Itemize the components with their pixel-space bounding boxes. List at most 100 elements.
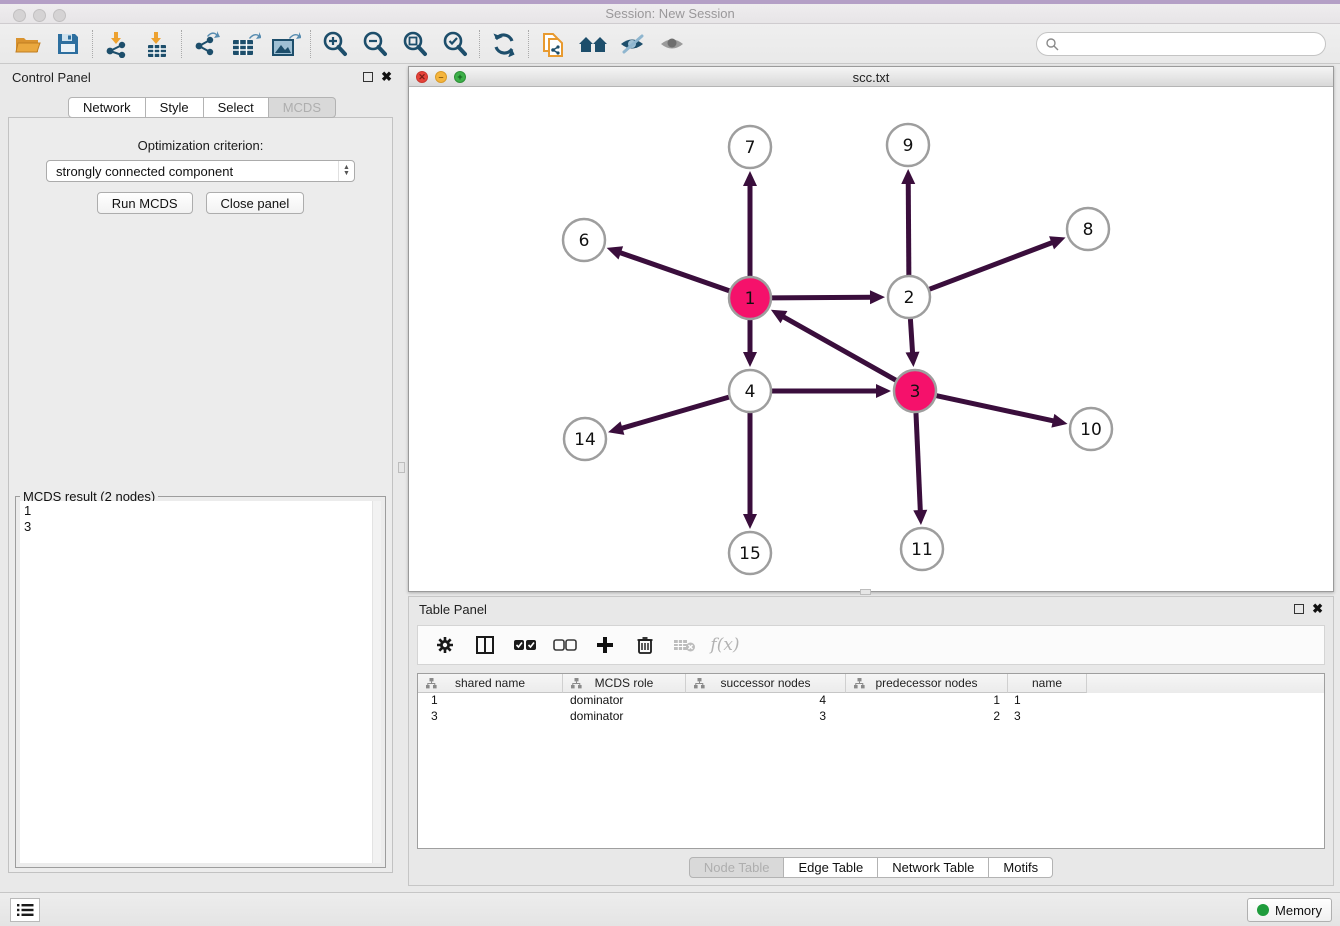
close-table-panel-icon[interactable]: ✖ <box>1312 604 1323 614</box>
hierarchy-icon <box>571 678 582 689</box>
export-table-button[interactable] <box>226 27 266 61</box>
column-header-label: predecessor nodes <box>875 676 977 690</box>
column-header-shared-name[interactable]: shared name <box>418 674 563 693</box>
table-cell[interactable]: dominator <box>563 709 686 725</box>
close-panel-icon[interactable]: ✖ <box>381 72 392 82</box>
edge-3-1[interactable] <box>782 316 896 380</box>
import-table-button[interactable] <box>137 27 177 61</box>
edge-4-14[interactable] <box>621 397 729 429</box>
edge-3-10[interactable] <box>937 396 1055 422</box>
tab-node-table[interactable]: Node Table <box>689 857 785 878</box>
table-cell[interactable]: 1 <box>418 693 563 709</box>
zoom-selected-button[interactable] <box>435 27 475 61</box>
run-mcds-button[interactable]: Run MCDS <box>97 192 193 214</box>
edge-2-9[interactable] <box>908 182 909 275</box>
table-cell[interactable]: 4 <box>686 693 846 709</box>
first-neighbors-button[interactable] <box>533 27 573 61</box>
column-header-label: shared name <box>455 676 525 690</box>
zoom-in-button[interactable] <box>315 27 355 61</box>
vertical-splitter-handle[interactable] <box>398 462 405 473</box>
plus-icon <box>595 635 615 655</box>
node-table[interactable]: shared name MCDS rolesuccessor nodes prede… <box>417 673 1325 849</box>
show-button[interactable] <box>653 27 693 61</box>
zoom-fit-button[interactable] <box>395 27 435 61</box>
graph-node-label: 8 <box>1083 220 1094 240</box>
float-table-panel-icon[interactable] <box>1294 604 1304 614</box>
mcds-result-text[interactable]: 1 3 <box>20 501 381 863</box>
criterion-select[interactable]: strongly connected component ▲▼ <box>46 160 355 182</box>
network-window-titlebar[interactable]: ✕ – + scc.txt <box>409 67 1333 87</box>
edge-1-2[interactable] <box>772 297 872 298</box>
toolbar-separator <box>479 30 480 58</box>
edge-2-8[interactable] <box>930 242 1054 289</box>
edge-2-3[interactable] <box>910 319 912 354</box>
table-cell[interactable]: 3 <box>418 709 563 725</box>
column-header-successor-nodes[interactable]: successor nodes <box>686 674 846 693</box>
function-builder-button[interactable]: f(x) <box>708 629 742 661</box>
table-row[interactable]: 1dominator411 <box>418 693 1324 709</box>
memory-button[interactable]: Memory <box>1247 898 1332 922</box>
table-cell[interactable]: dominator <box>563 693 686 709</box>
close-panel-button[interactable]: Close panel <box>206 192 305 214</box>
search-icon <box>1045 37 1059 51</box>
table-toolbar: f(x) <box>417 625 1325 665</box>
select-all-button[interactable] <box>508 629 542 661</box>
save-session-button[interactable] <box>48 27 88 61</box>
result-scrollbar[interactable] <box>372 501 381 863</box>
tab-style[interactable]: Style <box>146 97 204 118</box>
float-panel-icon[interactable] <box>363 72 373 82</box>
table-settings-button[interactable] <box>428 629 462 661</box>
control-panel-title: Control Panel <box>12 70 91 85</box>
delete-table-icon <box>673 637 697 653</box>
zoom-out-button[interactable] <box>355 27 395 61</box>
show-columns-button[interactable] <box>468 629 502 661</box>
network-graph[interactable]: 7968124314101511 <box>409 87 1333 591</box>
table-panel-title: Table Panel <box>419 602 487 617</box>
edge-arrowhead <box>743 352 757 367</box>
edge-3-11[interactable] <box>916 413 920 512</box>
table-tabs: Node TableEdge TableNetwork TableMotifs <box>409 857 1333 878</box>
export-image-button[interactable] <box>266 27 306 61</box>
apply-layout-button[interactable] <box>484 27 524 61</box>
export-network-button[interactable] <box>186 27 226 61</box>
add-column-button[interactable] <box>588 629 622 661</box>
edge-1-6[interactable] <box>619 252 729 291</box>
tab-motifs[interactable]: Motifs <box>989 857 1053 878</box>
delete-column-button[interactable] <box>628 629 662 661</box>
delete-table-button[interactable] <box>668 629 702 661</box>
tab-edge-table[interactable]: Edge Table <box>784 857 878 878</box>
tab-mcds[interactable]: MCDS <box>269 97 336 118</box>
column-header-predecessor-nodes[interactable]: predecessor nodes <box>846 674 1008 693</box>
table-cell[interactable]: 1 <box>1008 693 1087 709</box>
toolbar-separator <box>181 30 182 58</box>
import-network-icon <box>104 30 130 58</box>
column-header-name[interactable]: name <box>1008 674 1087 693</box>
task-history-button[interactable] <box>10 898 40 922</box>
deselect-all-button[interactable] <box>548 629 582 661</box>
table-cell[interactable]: 1 <box>846 693 1008 709</box>
home-button[interactable] <box>573 27 613 61</box>
table-cell[interactable]: 3 <box>1008 709 1087 725</box>
first-neighbors-icon <box>540 30 566 58</box>
tab-network[interactable]: Network <box>68 97 146 118</box>
tab-select[interactable]: Select <box>204 97 269 118</box>
import-network-button[interactable] <box>97 27 137 61</box>
column-header-MCDS-role[interactable]: MCDS role <box>563 674 686 693</box>
graph-node-label: 10 <box>1080 420 1102 440</box>
table-cell[interactable]: 2 <box>846 709 1008 725</box>
trash-icon <box>636 635 654 655</box>
memory-status-icon <box>1257 904 1269 916</box>
table-row[interactable]: 3dominator323 <box>418 709 1324 725</box>
graph-node-label: 4 <box>745 382 756 402</box>
table-cell[interactable]: 3 <box>686 709 846 725</box>
tab-network-table[interactable]: Network Table <box>878 857 989 878</box>
hide-button[interactable] <box>613 27 653 61</box>
search-input[interactable] <box>1064 37 1317 51</box>
status-bar: Memory <box>0 892 1340 926</box>
horizontal-splitter-handle[interactable] <box>860 589 871 595</box>
window-titlebar: Session: New Session <box>0 0 1340 24</box>
network-canvas[interactable]: 7968124314101511 <box>409 87 1333 591</box>
search-box[interactable] <box>1036 32 1326 56</box>
open-session-button[interactable] <box>8 27 48 61</box>
edge-arrowhead <box>607 246 623 259</box>
